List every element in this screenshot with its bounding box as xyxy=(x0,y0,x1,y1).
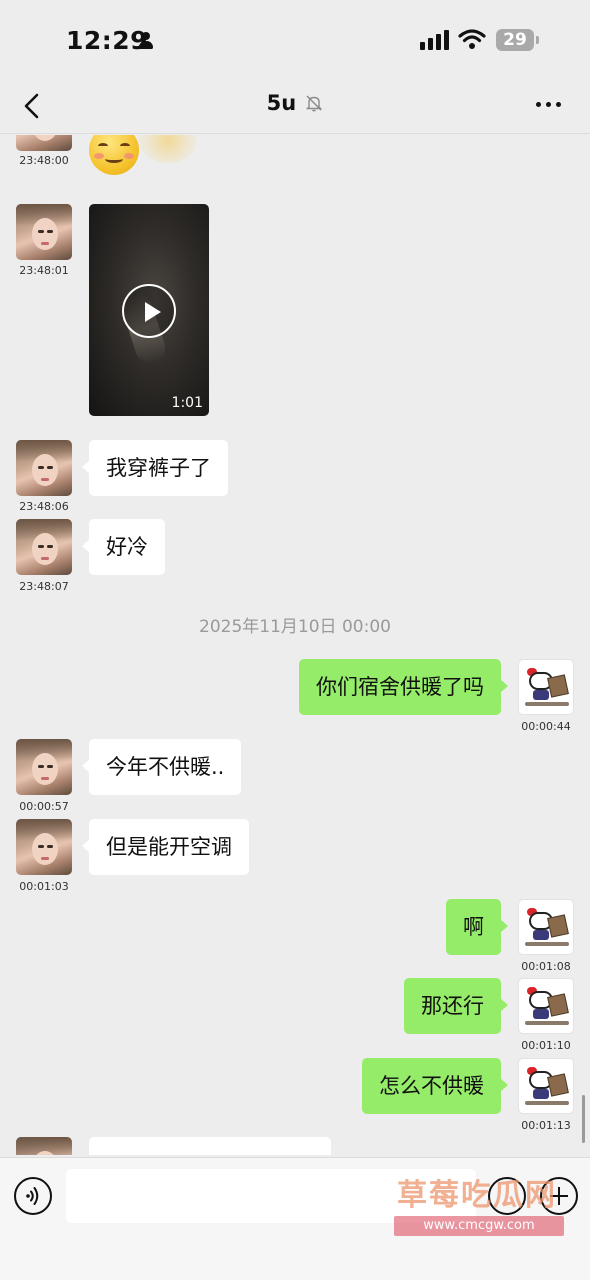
sent-message-bubble[interactable]: 怎么不供暖 xyxy=(362,1058,508,1114)
contact-avatar[interactable] xyxy=(16,204,72,260)
watermark-url: www.cmcgw.com xyxy=(394,1216,564,1236)
received-message-bubble[interactable] xyxy=(89,1137,331,1155)
message-timestamp: 00:01:10 xyxy=(521,1039,571,1052)
contact-avatar[interactable] xyxy=(16,819,72,875)
laughing-emoji-icon xyxy=(139,135,197,163)
date-divider: 2025年11月10日 00:00 xyxy=(199,617,391,637)
mute-bell-icon xyxy=(306,95,323,112)
scrollbar[interactable] xyxy=(582,1095,585,1143)
status-time: 12:29 xyxy=(66,26,149,55)
video-duration: 1:01 xyxy=(171,395,203,411)
message-timestamp: 00:01:08 xyxy=(521,960,571,973)
message-timestamp: 00:01:03 xyxy=(19,880,69,893)
message-timestamp: 23:48:06 xyxy=(19,500,69,513)
battery-tip xyxy=(536,36,539,44)
message-timestamp: 23:48:01 xyxy=(19,264,69,277)
received-message-bubble[interactable]: 今年不供暖.. xyxy=(81,739,242,795)
chat-title-wrap: 5u xyxy=(0,91,590,115)
message-timestamp: 00:01:13 xyxy=(521,1119,571,1132)
contact-avatar[interactable] xyxy=(16,440,72,496)
received-message-bubble[interactable]: 但是能开空调 xyxy=(82,819,249,875)
voice-icon[interactable] xyxy=(14,1177,52,1215)
received-message-bubble[interactable]: 好冷 xyxy=(82,519,165,575)
video-message[interactable]: 1:01 xyxy=(89,204,209,416)
wifi-icon xyxy=(458,29,486,49)
received-message-bubble[interactable]: 我穿裤子了 xyxy=(82,440,228,496)
play-icon[interactable] xyxy=(122,284,176,338)
battery-icon: 29 xyxy=(496,29,534,51)
smiling-face-emoji-icon xyxy=(89,135,139,175)
my-avatar[interactable] xyxy=(518,899,574,955)
more-dots-icon[interactable] xyxy=(536,98,566,112)
watermark-title: 草莓吃瓜网 xyxy=(397,1178,557,1213)
message-timestamp: 00:00:44 xyxy=(521,720,571,733)
contact-avatar[interactable] xyxy=(16,135,72,151)
sent-message-bubble[interactable]: 啊 xyxy=(446,899,508,955)
my-avatar[interactable] xyxy=(518,978,574,1034)
my-avatar[interactable] xyxy=(518,659,574,715)
contact-avatar[interactable] xyxy=(16,519,72,575)
sticker-message[interactable] xyxy=(89,135,199,177)
person-icon xyxy=(138,32,154,50)
contact-avatar[interactable] xyxy=(16,739,72,795)
my-avatar[interactable] xyxy=(518,1058,574,1114)
chat-header: 5u xyxy=(0,80,590,134)
cellular-signal-icon xyxy=(420,30,450,50)
contact-avatar[interactable] xyxy=(16,1137,72,1155)
chat-title: 5u xyxy=(266,91,297,115)
message-timestamp: 00:00:57 xyxy=(19,800,69,813)
message-timestamp: 23:48:00 xyxy=(19,154,69,167)
chat-message-list[interactable]: 23:48:00 1:01 23:48:01 我穿裤子了 23:48:06 好冷… xyxy=(0,135,590,1155)
sent-message-bubble[interactable]: 你们宿舍供暖了吗 xyxy=(299,659,508,715)
message-timestamp: 23:48:07 xyxy=(19,580,69,593)
status-bar: 12:29 29 xyxy=(0,0,590,80)
watermark: 草莓吃瓜网 www.cmcgw.com xyxy=(372,1170,582,1242)
sent-message-bubble[interactable]: 那还行 xyxy=(404,978,508,1034)
